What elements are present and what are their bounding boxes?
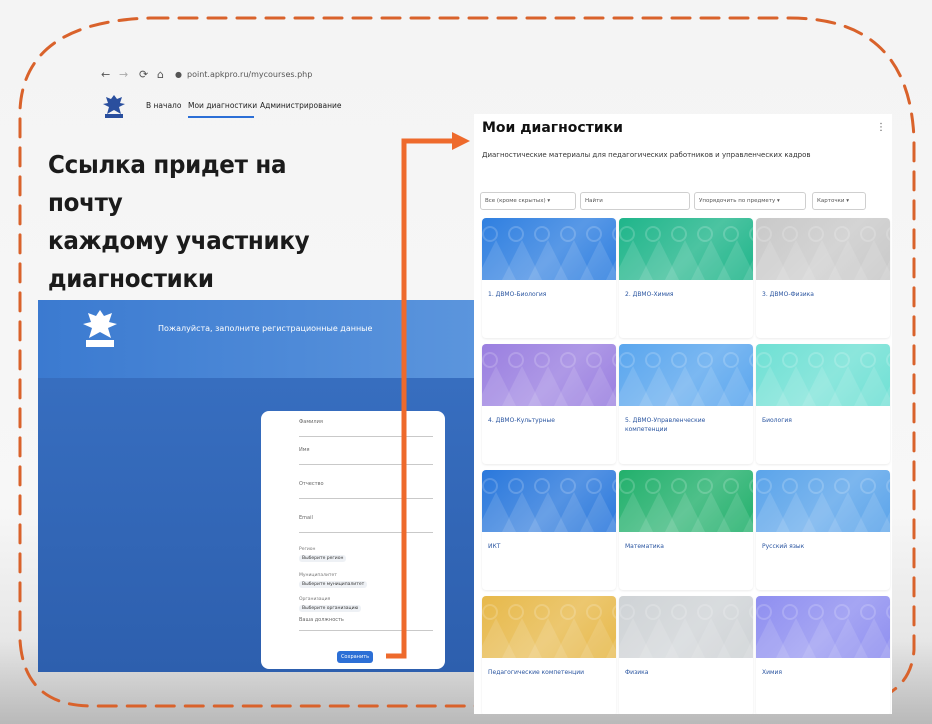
pointer-arrow — [386, 132, 470, 659]
